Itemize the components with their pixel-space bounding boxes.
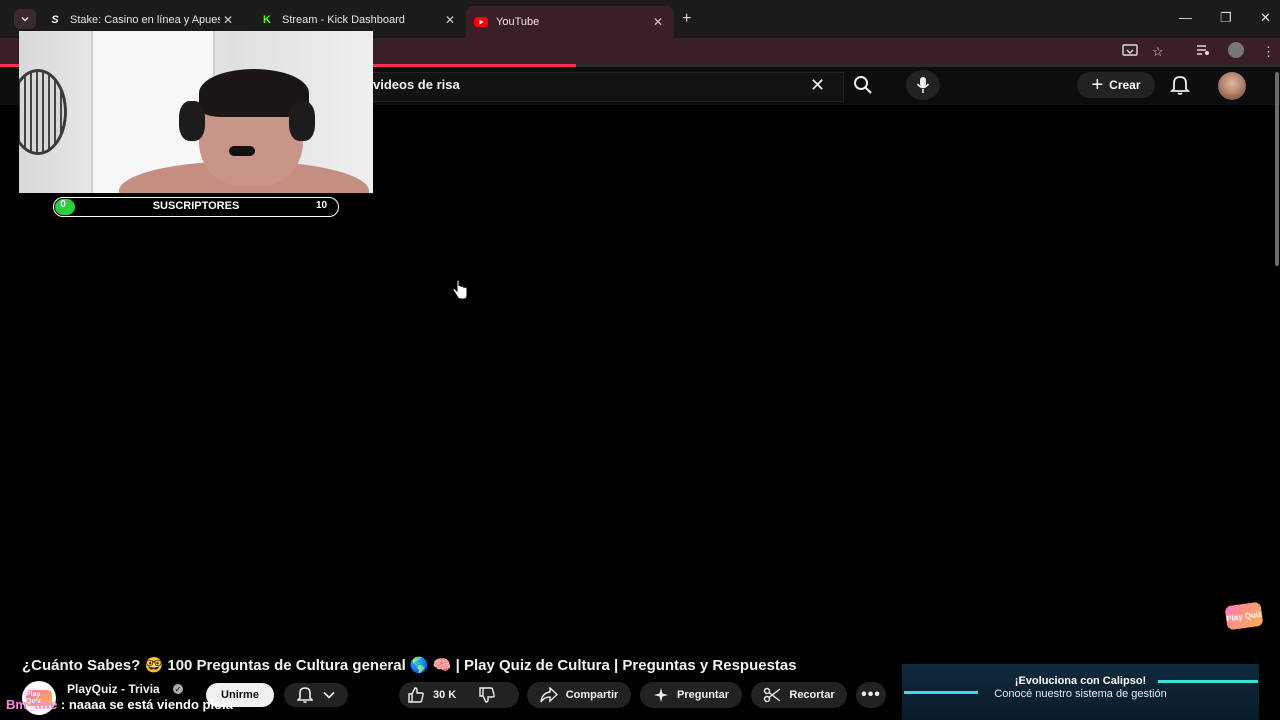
youtube-icon	[474, 15, 488, 29]
more-actions-button[interactable]: •••	[856, 682, 886, 708]
page-scrollbar[interactable]	[1275, 72, 1279, 266]
tab-stake[interactable]: S Stake: Casino en línea y Apuestas ✕	[40, 8, 236, 32]
stake-favicon-icon: S	[51, 14, 59, 26]
tab-search-button[interactable]	[14, 9, 36, 29]
tab-youtube[interactable]: YouTube ✕	[466, 6, 674, 38]
browser-profile-avatar[interactable]	[1228, 42, 1244, 58]
create-label: Crear	[1109, 78, 1141, 92]
kick-favicon-icon: K	[263, 14, 271, 26]
like-dislike-group: 30 K	[399, 682, 519, 708]
account-avatar[interactable]	[1218, 72, 1246, 100]
minimize-icon[interactable]: —	[1179, 10, 1192, 25]
voice-search-button[interactable]	[906, 70, 940, 100]
search-icon	[854, 76, 872, 94]
sparkle-icon	[654, 688, 669, 702]
share-button[interactable]: Compartir	[527, 682, 631, 708]
share-label: Compartir	[565, 689, 619, 701]
share-icon	[540, 687, 558, 703]
tab-title: Stream - Kick Dashboard	[282, 14, 405, 26]
search-query-text[interactable]: videos de risa	[373, 77, 460, 92]
headset-right-icon	[289, 101, 315, 141]
media-queue-icon[interactable]	[1196, 44, 1210, 59]
chat-username: Bm_tate	[6, 697, 58, 712]
thumbs-up-icon	[408, 687, 424, 703]
hand-cursor-icon	[452, 279, 468, 305]
playquiz-watermark-logo: Play Quiz	[1224, 601, 1264, 631]
close-icon[interactable]: ✕	[650, 15, 666, 29]
clear-search-icon[interactable]: ✕	[810, 75, 825, 96]
subscriber-goal-target: 10	[316, 200, 328, 211]
ad-subtitle: Conocé nuestro sistema de gestión	[994, 688, 1167, 700]
plus-icon: +	[1091, 74, 1104, 96]
bell-icon	[297, 687, 313, 703]
channel-name[interactable]: PlayQuiz - Trivia	[67, 682, 160, 696]
clip-button[interactable]: Recortar	[751, 682, 847, 708]
headset-left-icon	[179, 101, 205, 141]
clip-label: Recortar	[789, 689, 835, 701]
ad-title: ¡Evoluciona con Calipso!	[1014, 675, 1147, 687]
cast-icon[interactable]	[1122, 44, 1138, 61]
ad-banner[interactable]: ¡Evoluciona con Calipso! Conocé nuestro …	[902, 664, 1259, 720]
chevron-down-icon	[21, 16, 29, 22]
ask-button[interactable]: Preguntar	[640, 682, 742, 708]
video-title: ¿Cuánto Sabes? 🤓 100 Preguntas de Cultur…	[22, 657, 797, 674]
search-button[interactable]	[846, 70, 880, 100]
scissors-icon	[764, 687, 781, 703]
like-button[interactable]: 30 K	[407, 686, 456, 704]
new-tab-plus-icon[interactable]: +	[682, 10, 691, 28]
tab-title: YouTube	[496, 16, 540, 28]
close-icon[interactable]: ✕	[442, 13, 458, 27]
more-horizontal-icon: •••	[861, 686, 881, 703]
bookmark-star-icon[interactable]: ☆	[1152, 44, 1164, 60]
chevron-down-icon	[323, 691, 335, 699]
headset-mic-icon	[229, 146, 255, 156]
browser-menu-icon[interactable]: ⋮	[1262, 44, 1275, 60]
thumbs-down-icon	[479, 687, 496, 703]
ask-label: Preguntar	[677, 689, 729, 701]
window-close-icon[interactable]: ✕	[1260, 10, 1271, 26]
create-button[interactable]: + Crear	[1077, 72, 1155, 98]
tab-kick-dashboard[interactable]: K Stream - Kick Dashboard ✕	[252, 8, 458, 32]
notifications-bell-icon[interactable]	[1169, 74, 1191, 101]
restore-icon[interactable]: ❐	[1220, 10, 1232, 26]
tab-title: Stake: Casino en línea y Apuestas	[70, 14, 220, 26]
like-count: 30 K	[433, 689, 457, 701]
subscription-notify-button[interactable]	[284, 683, 348, 707]
chat-message: Bm_tate : naaaa se está viendo piola	[6, 697, 233, 712]
subscriber-count: 0	[60, 199, 66, 210]
microphone-icon	[916, 77, 930, 93]
webcam-feed	[19, 31, 373, 193]
close-icon[interactable]: ✕	[220, 13, 236, 27]
subscriber-goal-label: SUSCRIPTORES	[152, 200, 240, 212]
chat-text: : naaaa se está viendo piola	[57, 697, 233, 712]
verified-check-icon: ✓	[173, 684, 183, 694]
dislike-button[interactable]	[478, 686, 496, 704]
